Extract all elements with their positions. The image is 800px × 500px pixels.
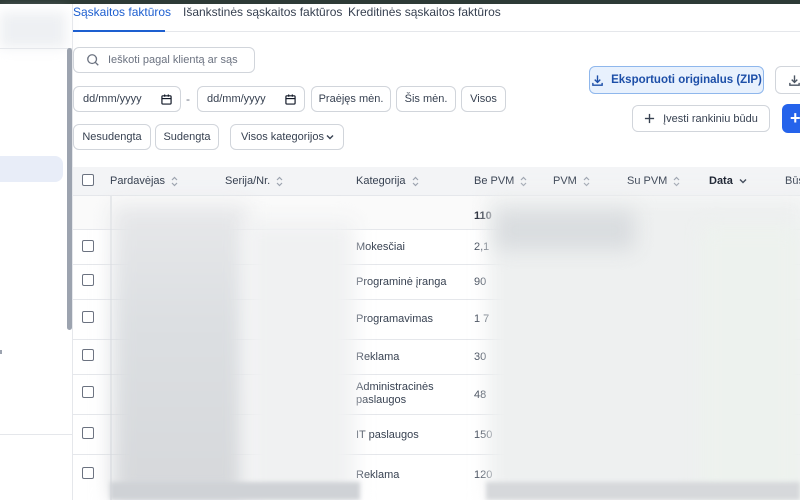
redacted-date-status-region	[700, 225, 800, 500]
export-originals-label: Eksportuoti originalus (ZIP)	[611, 74, 762, 86]
sort-icon	[673, 176, 680, 186]
date-from-placeholder: dd/mm/yyyy	[83, 93, 142, 105]
manual-entry-label: Įvesti rankiniu būdu	[663, 112, 758, 125]
column-label: Be PVM	[474, 175, 515, 187]
column-header-status[interactable]: Būs	[785, 175, 800, 187]
sidebar	[0, 4, 73, 500]
row-checkbox[interactable]	[82, 349, 94, 361]
chevron-down-icon	[326, 135, 334, 140]
all-dates-button[interactable]: Visos	[461, 86, 506, 112]
column-header-date[interactable]: Data	[709, 175, 748, 187]
export-originals-button[interactable]: Eksportuoti originalus (ZIP)	[589, 66, 764, 94]
chevron-down-icon	[739, 179, 747, 184]
calendar-icon[interactable]	[161, 93, 172, 105]
sidebar-marker	[0, 350, 2, 354]
sidebar-scrollbar[interactable]	[67, 48, 72, 330]
row-checkbox[interactable]	[82, 386, 94, 398]
search-input[interactable]: Ieškoti pagal klientą ar sąs	[73, 47, 255, 73]
date-to-placeholder: dd/mm/yyyy	[207, 93, 266, 105]
category-cell: IT paslaugos	[356, 429, 419, 441]
search-placeholder: Ieškoti pagal klientą ar sąs	[108, 54, 238, 66]
without-vat-cell: 48	[474, 389, 487, 401]
column-header-without-vat[interactable]: Be PVM	[474, 175, 528, 187]
tab-credit-invoices[interactable]: Kreditinės sąskaitos faktūros	[348, 5, 501, 19]
invoice-tabs: Sąskaitos faktūros Išankstinės sąskaitos…	[73, 4, 800, 32]
sidebar-divider	[0, 48, 73, 49]
table-header: Pardavėjas Serija/Nr. Kategorija Be PVM …	[73, 167, 800, 196]
redacted-seller-column	[112, 205, 247, 500]
download-button[interactable]	[775, 66, 800, 94]
column-header-vat[interactable]: PVM	[553, 175, 591, 187]
column-header-seller[interactable]: Pardavėjas	[110, 175, 179, 187]
plus-icon	[645, 113, 655, 124]
sort-icon	[276, 176, 283, 186]
download-icon	[592, 74, 603, 86]
row-checkbox[interactable]	[82, 274, 94, 286]
row-checkbox[interactable]	[82, 427, 94, 439]
category-cell: Programinė įranga	[356, 276, 447, 288]
column-label: Kategorija	[356, 175, 406, 187]
search-icon	[87, 54, 99, 66]
sidebar-logo-redacted	[0, 12, 66, 48]
category-cell: Mokesčiai	[356, 241, 405, 253]
redacted-series-column	[245, 220, 355, 500]
without-vat-cell: 1 7	[474, 313, 490, 325]
redacted-summary-amounts	[495, 210, 635, 250]
sidebar-item-active[interactable]	[0, 156, 63, 182]
date-range-separator: -	[186, 92, 190, 106]
date-from-field[interactable]: dd/mm/yyyy	[73, 86, 181, 112]
column-label: PVM	[553, 175, 577, 187]
calendar-icon[interactable]	[285, 93, 296, 105]
category-select[interactable]: Visos kategorijos	[230, 124, 344, 150]
category-select-value: Visos kategorijos	[241, 131, 324, 143]
active-tab-indicator	[73, 30, 165, 32]
column-header-with-vat[interactable]: Su PVM	[627, 175, 681, 187]
manual-entry-button[interactable]: Įvesti rankiniu būdu	[632, 105, 770, 132]
row-checkbox[interactable]	[82, 311, 94, 323]
paid-filter-button[interactable]: Sudengta	[155, 124, 219, 150]
column-label: Pardavėjas	[110, 175, 166, 187]
column-label: Serija/Nr.	[225, 175, 271, 187]
unpaid-filter-button[interactable]: Nesudengta	[73, 124, 151, 150]
sort-icon	[520, 176, 527, 186]
category-cell: Administracinės paslaugos	[356, 381, 434, 406]
add-invoice-button[interactable]: +	[782, 104, 800, 133]
without-vat-cell: 90	[474, 276, 487, 288]
sort-icon	[171, 176, 178, 186]
category-cell: Reklama	[356, 469, 400, 481]
redacted-bottom-strip	[486, 482, 800, 500]
sort-icon	[583, 176, 590, 186]
column-label: Data	[709, 175, 733, 187]
download-icon	[789, 74, 800, 86]
this-month-button[interactable]: Šis mėn.	[396, 86, 456, 112]
select-all-checkbox[interactable]	[82, 174, 94, 186]
sidebar-divider	[0, 434, 73, 435]
column-label: Būs	[785, 175, 800, 187]
category-cell: Reklama	[356, 351, 400, 363]
row-checkbox[interactable]	[82, 467, 94, 479]
column-header-series[interactable]: Serija/Nr.	[225, 175, 284, 187]
category-cell: Programavimas	[356, 313, 434, 325]
without-vat-cell: 2,1	[474, 241, 490, 253]
tab-invoices[interactable]: Sąskaitos faktūros	[73, 5, 171, 19]
column-header-category[interactable]: Kategorija	[356, 175, 420, 187]
column-label: Su PVM	[627, 175, 668, 187]
tab-proforma-invoices[interactable]: Išankstinės sąskaitos faktūros	[183, 5, 342, 19]
date-to-field[interactable]: dd/mm/yyyy	[197, 86, 305, 112]
redacted-bottom-strip	[110, 482, 360, 500]
without-vat-cell: 30	[474, 351, 487, 363]
sort-icon	[412, 176, 418, 186]
row-checkbox[interactable]	[82, 240, 94, 252]
prev-month-button[interactable]: Praėjęs mėn.	[311, 86, 391, 112]
